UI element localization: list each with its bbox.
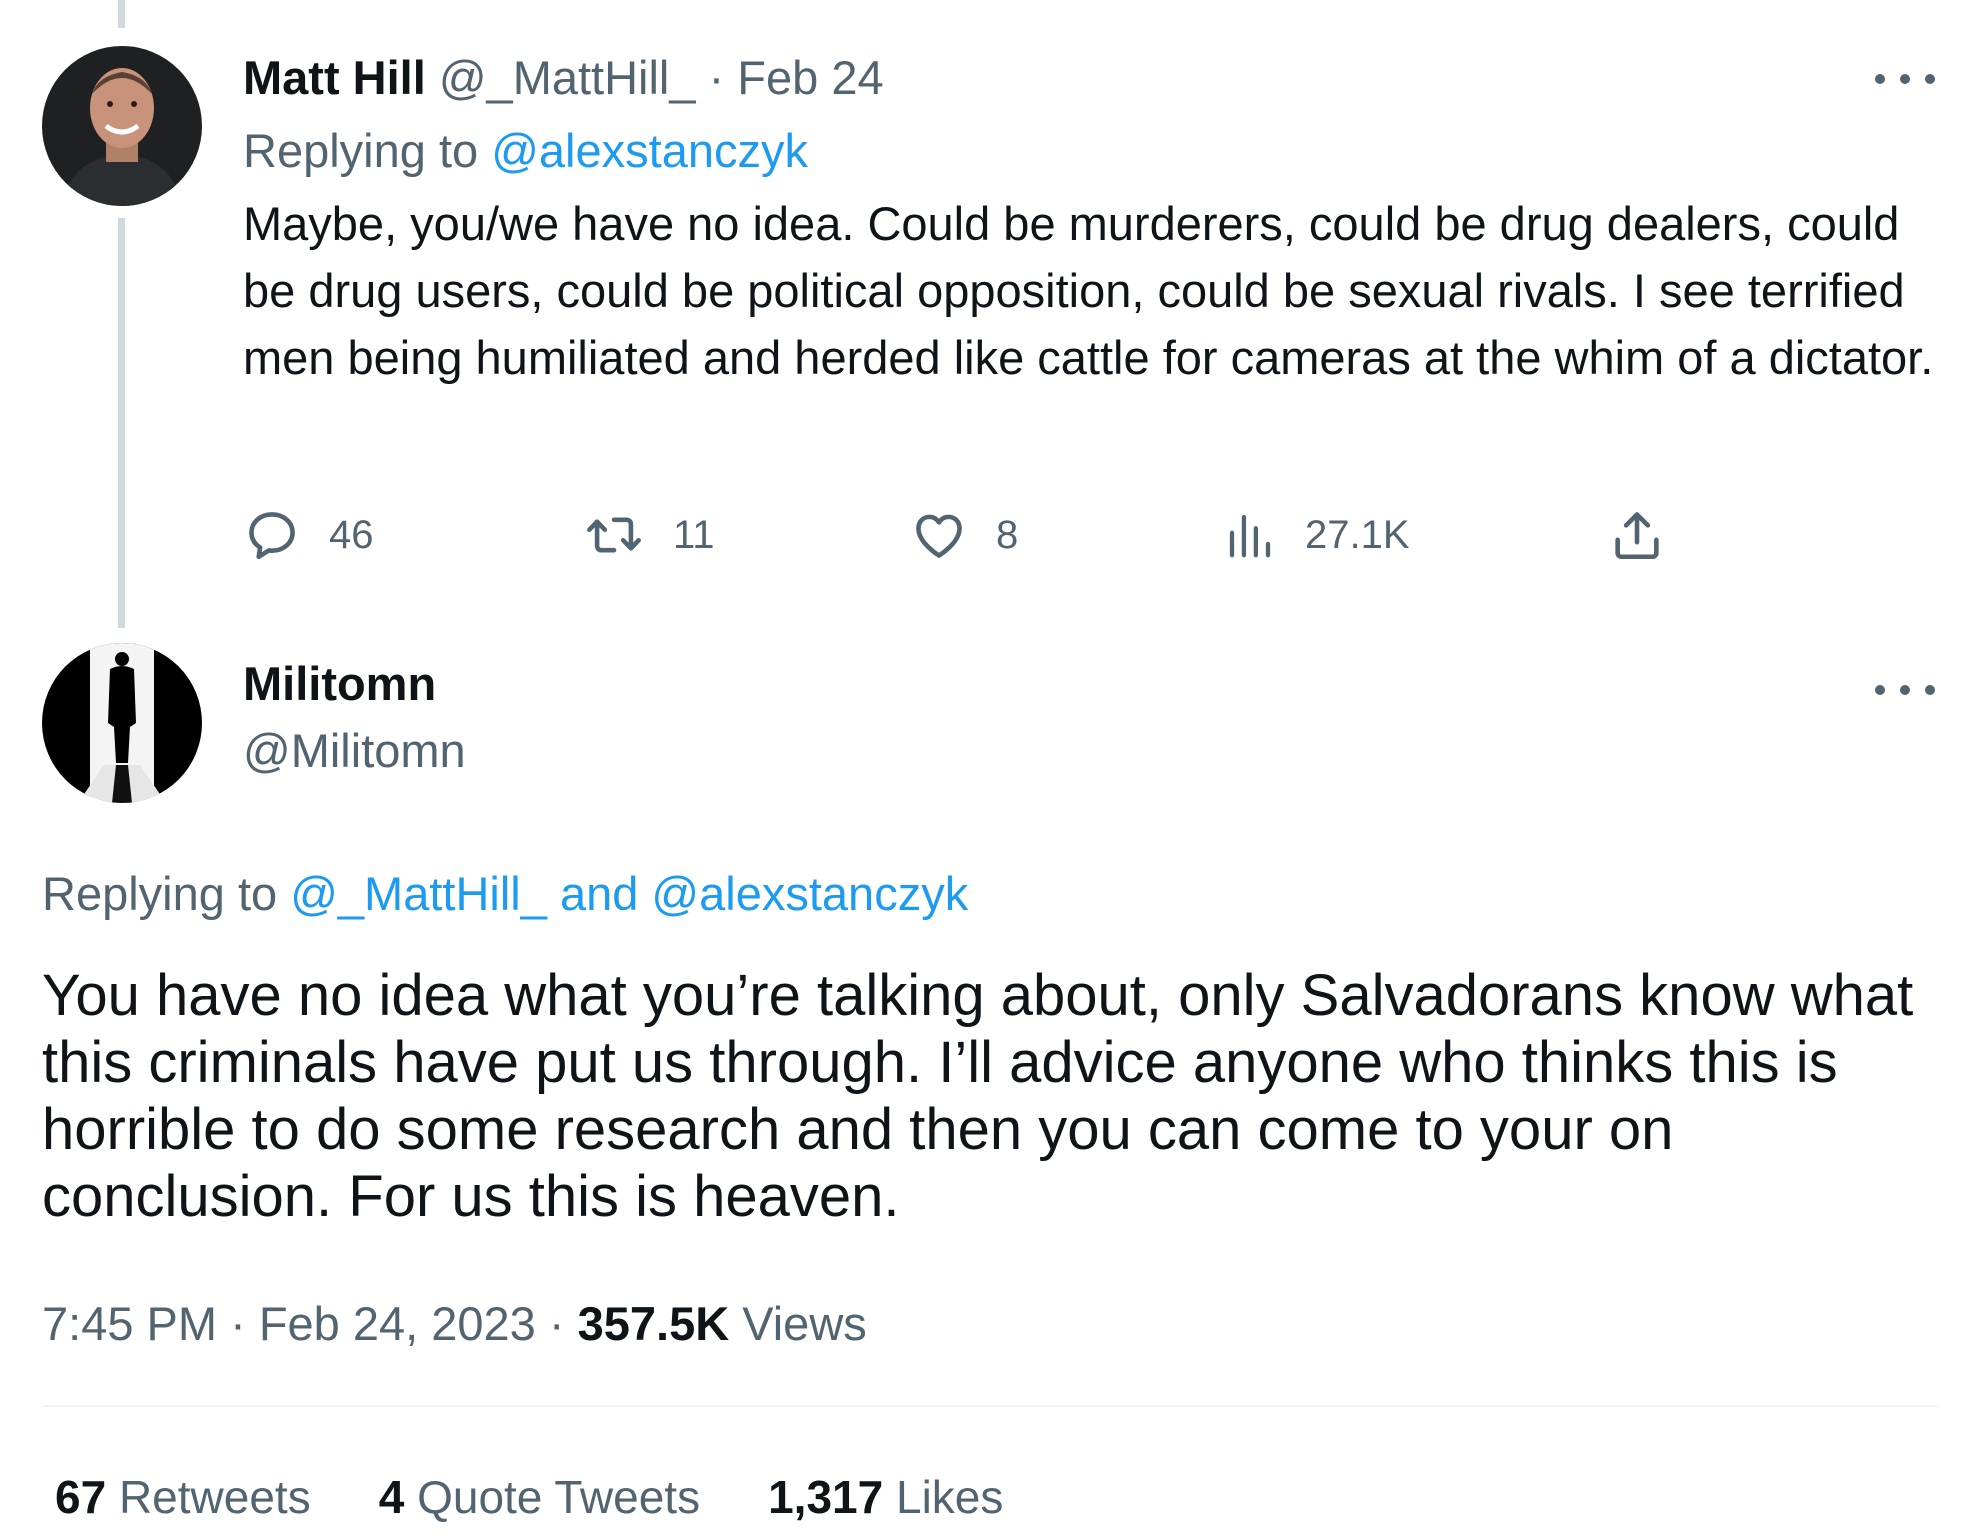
avatar-militomn[interactable] [42, 643, 202, 803]
quote-tweets-label: Quote Tweets [417, 1471, 701, 1523]
tweet-text: You have no idea what you’re talking abo… [42, 963, 1914, 1229]
tweet-date[interactable]: Feb 24 [737, 51, 883, 104]
retweets-stat[interactable]: 67 Retweets [55, 1470, 311, 1524]
more-options-button[interactable] [1875, 678, 1935, 702]
share-icon [1615, 512, 1659, 560]
reply-icon [249, 512, 295, 560]
divider [42, 1405, 1937, 1407]
retweet-button[interactable]: 11 [583, 500, 715, 570]
user-handle[interactable]: @Militomn [243, 723, 466, 778]
retweet-count: 11 [673, 512, 715, 557]
views-count: 27.1K [1305, 512, 1410, 557]
retweets-count: 67 [55, 1471, 107, 1523]
mention-link[interactable]: @_MattHill_ [290, 867, 547, 920]
reply-button[interactable]: 46 [243, 500, 374, 570]
quote-tweets-count: 4 [378, 1471, 405, 1523]
tweet-text: Maybe, you/we have no idea. Could be mur… [243, 197, 1934, 384]
more-icon [1875, 685, 1885, 695]
separator: · [548, 1297, 565, 1350]
views-button[interactable]: 27.1K [1223, 500, 1410, 570]
more-options-button[interactable] [1875, 67, 1935, 91]
mention-link[interactable]: @alexstanczyk [491, 124, 808, 177]
mention-link[interactable]: @alexstanczyk [651, 867, 968, 920]
separator: · [708, 51, 725, 104]
tweet-metadata: 7:45 PM · Feb 24, 2023 · 357.5K Views [42, 1296, 867, 1351]
tweet-date[interactable]: Feb 24, 2023 [259, 1297, 536, 1350]
likes-label: Likes [895, 1471, 1004, 1523]
tweet-time[interactable]: 7:45 PM [42, 1297, 217, 1350]
tweet-header: Matt Hill @_MattHill_ · Feb 24 [243, 50, 884, 105]
thread-line-top [118, 0, 125, 28]
avatar-matt-hill[interactable] [42, 46, 202, 206]
display-name[interactable]: Matt Hill [243, 51, 426, 104]
engagement-stats: 67 Retweets 4 Quote Tweets 1,317 Likes [55, 1470, 1071, 1524]
reply-count: 46 [329, 512, 374, 557]
like-button[interactable]: 8 [910, 500, 1018, 570]
separator: · [230, 1297, 246, 1350]
replying-label: Replying to [42, 867, 278, 920]
retweets-label: Retweets [118, 1471, 311, 1523]
views-label: Views [742, 1297, 867, 1350]
thread-line [118, 218, 125, 628]
replying-to: Replying to @alexstanczyk [243, 123, 808, 178]
analytics-icon [1229, 514, 1271, 558]
like-count: 8 [996, 512, 1019, 557]
likes-stat[interactable]: 1,317 Likes [768, 1470, 1003, 1524]
views-count: 357.5K [577, 1297, 730, 1350]
likes-count: 1,317 [768, 1471, 884, 1523]
replying-to: Replying to @_MattHill_ and @alexstanczy… [42, 866, 968, 921]
heart-icon [916, 514, 962, 558]
display-name[interactable]: Militomn [243, 656, 436, 711]
more-icon [1875, 74, 1885, 84]
and-others-link[interactable]: and [560, 867, 638, 920]
user-handle[interactable]: @_MattHill_ [439, 51, 696, 104]
share-button[interactable] [1608, 500, 1666, 570]
quote-tweets-stat[interactable]: 4 Quote Tweets [379, 1470, 700, 1524]
replying-label: Replying to [243, 124, 479, 177]
retweet-icon [587, 517, 641, 553]
